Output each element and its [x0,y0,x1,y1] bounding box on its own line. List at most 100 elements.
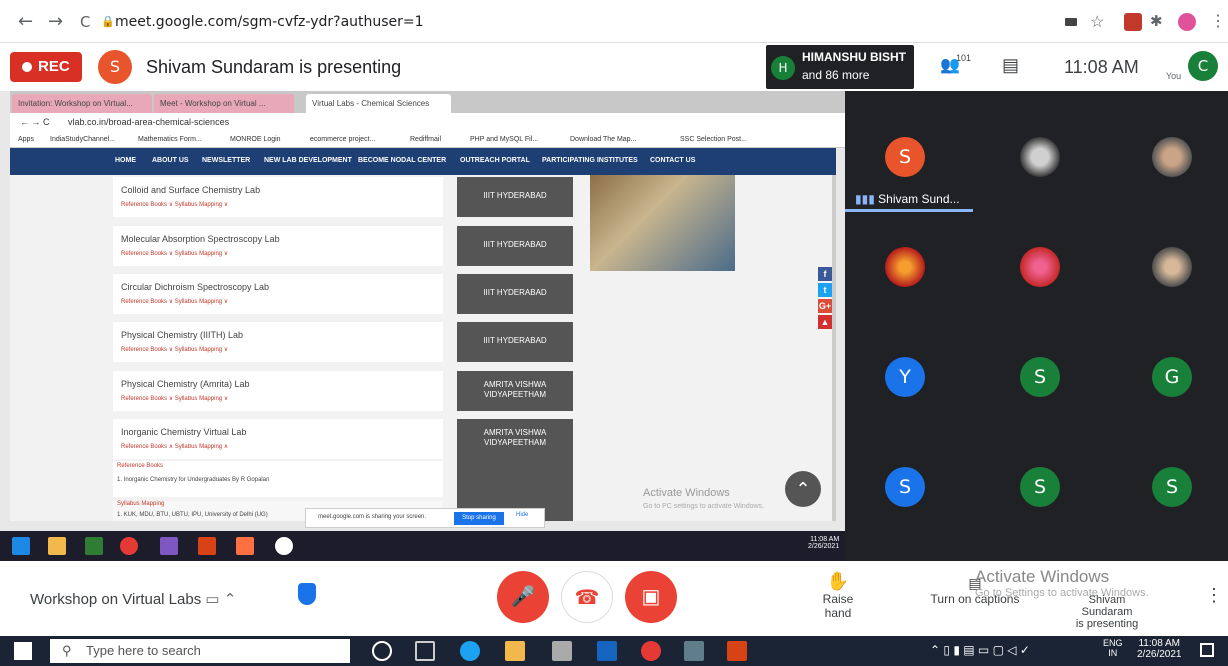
inner-nav-icon: ← → C [20,117,50,127]
user-avatar[interactable]: C [1188,51,1218,81]
pinned-avatar: H [771,56,795,80]
menu-icon[interactable]: ⋮ [1210,11,1226,31]
inner-tab[interactable]: Meet - Workshop on Virtual ... [154,94,294,113]
tray-icons[interactable]: ⌃ ▯ ▮ ▤ ▭ ▢ ◁ ✓ [930,643,1030,657]
inner-scrollbar [832,175,836,521]
lang-code: ENG [1103,638,1123,648]
hide-button: Hide [516,512,529,518]
taskbar-time: 11:08 AM [1138,638,1180,649]
raise-hand-button[interactable]: ✋ Raise hand [808,571,868,620]
lab-name: Physical Chemistry (Amrita) Lab [121,379,250,389]
more-options-icon[interactable]: ⋮ [1205,585,1223,606]
site-content: Colloid and Surface Chemistry Lab Refere… [10,175,836,521]
puzzle-icon[interactable]: ✱ [1150,12,1163,30]
inner-tab[interactable]: Invitation: Workshop on Virtual... [12,94,152,113]
store-icon[interactable] [552,641,572,661]
participant-tile[interactable]: G [1152,357,1192,397]
participant-photo[interactable] [1152,137,1192,177]
lab-row: Physical Chemistry (Amrita) Lab Referenc… [113,371,443,411]
participant-tile[interactable]: S [885,467,925,507]
reload-icon[interactable]: C [80,13,90,31]
chrome-icon [275,537,293,555]
shared-screen: Invitation: Workshop on Virtual... Meet … [0,91,845,561]
inner-address-bar: ← → C vlab.co.in/broad-area-chemical-sci… [10,113,845,133]
profile-icon[interactable] [1178,13,1196,31]
chat-icon[interactable]: ▤ [1002,55,1019,76]
meet-clock: 11:08 AM [1064,57,1139,77]
address-bar[interactable]: meet.google.com/sgm-cvfz-ydr?authuser=1 [115,14,424,30]
lab-name: Circular Dichroism Spectroscopy Lab [121,282,270,292]
presenter-name: Shivam Sundaram [1081,594,1133,618]
cortana-icon[interactable] [372,641,392,661]
people-count: 101 [956,53,972,63]
extension-icon[interactable] [1124,13,1142,31]
back-icon[interactable]: ← [18,11,33,32]
share-icon: ▲ [818,315,832,329]
participant-tile[interactable]: S [1020,467,1060,507]
participant-photo[interactable] [1020,137,1060,177]
chrome-icon [120,537,138,555]
edge-icon[interactable] [460,641,480,661]
chrome-icon[interactable] [641,641,661,661]
you-label: You [1166,71,1182,81]
pinned-more: and 86 more [802,68,870,82]
star-icon[interactable]: ☆ [1090,12,1104,32]
event-photo [590,175,735,271]
active-speaker-bar [845,209,973,212]
presenting-text: Shivam Sundaram is presenting [146,57,402,77]
pinned-participant[interactable]: H HIMANSHU BISHT and 86 more [766,45,914,89]
meet-bottom-bar: Workshop on Virtual Labs ▭ ⌃ 🎤 ☎ ▣ ✋ Rai… [0,561,1228,636]
participant-photo[interactable] [885,247,925,287]
nav-link: OUTREACH PORTAL [460,157,530,164]
notification-icon[interactable] [1200,643,1214,657]
search-placeholder: Type here to search [86,643,201,658]
camera-off-button[interactable]: ▣ [625,571,677,623]
participant-photo[interactable] [1152,247,1192,287]
reference-item: 1. Inorganic Chemistry for Undergraduate… [117,477,270,483]
inner-time: 11:08 AM [810,536,840,543]
present-status[interactable]: Shivam Sundaram is presenting [1062,594,1152,630]
participant-tile[interactable]: S [1152,467,1192,507]
shield-icon[interactable] [298,583,316,605]
syllabus-item: 1. KUK, MDU, BTU, UBTU, IPU, University … [117,512,268,518]
bookmark: Apps [18,136,34,143]
lab-row: Physical Chemistry (IIITH) Lab Reference… [113,322,443,362]
leave-call-button[interactable]: ☎ [561,571,613,623]
taskbar-clock[interactable]: 11:08 AM 2/26/2021 [1137,638,1182,660]
powerpoint-icon[interactable] [727,641,747,661]
folder-icon[interactable] [505,641,525,661]
chevron-up-icon[interactable]: ▭ ⌃ [205,591,236,608]
mail-icon[interactable] [597,641,617,661]
site-nav: HOME ABOUT US NEWSLETTER NEW LAB DEVELOP… [10,148,836,175]
bookmark: SSC Selection Post... [680,136,747,143]
lab-institute: AMRITA VISHWA VIDYAPEETHAM [457,371,573,411]
lab-links: Reference Books ∨ Syllabus Mapping ∨ [121,251,229,257]
meeting-title[interactable]: Workshop on Virtual Labs ▭ ⌃ [30,590,236,608]
inner-clock: 11:08 AM 2/26/2021 [808,536,839,550]
recording-badge: REC [10,52,82,82]
mic-off-button[interactable]: 🎤 [497,571,549,623]
camera-icon[interactable] [1065,18,1077,26]
windows-start-icon[interactable] [14,642,32,660]
lab-name: Molecular Absorption Spectroscopy Lab [121,234,280,244]
participant-tile[interactable]: Y [885,357,925,397]
lab-links: Reference Books ∨ Syllabus Mapping ∨ [121,202,229,208]
taskbar-search-input[interactable]: ⚲ Type here to search [50,639,350,663]
lab-institute: IIIT HYDERABAD [457,322,573,362]
participant-tile[interactable]: S [1020,357,1060,397]
forward-icon[interactable]: → [48,11,63,32]
participant-photo[interactable] [1020,247,1060,287]
raise-hand-label: Raise hand [822,592,854,620]
windows-icon [12,537,30,555]
bookmark: ecommerce project... [310,136,376,143]
task-view-icon[interactable] [415,641,435,661]
app-icon [236,537,254,555]
language-indicator[interactable]: ENG IN [1103,638,1123,658]
participant-tile[interactable]: S [885,137,925,177]
app-icon[interactable] [684,641,704,661]
bookmark: Download The Map... [570,136,637,143]
inner-tab-active[interactable]: Virtual Labs - Chemical Sciences [306,94,451,113]
app-icon [160,537,178,555]
pinned-name: HIMANSHU BISHT [802,50,906,64]
syllabus-heading: Syllabus Mapping [117,501,165,507]
